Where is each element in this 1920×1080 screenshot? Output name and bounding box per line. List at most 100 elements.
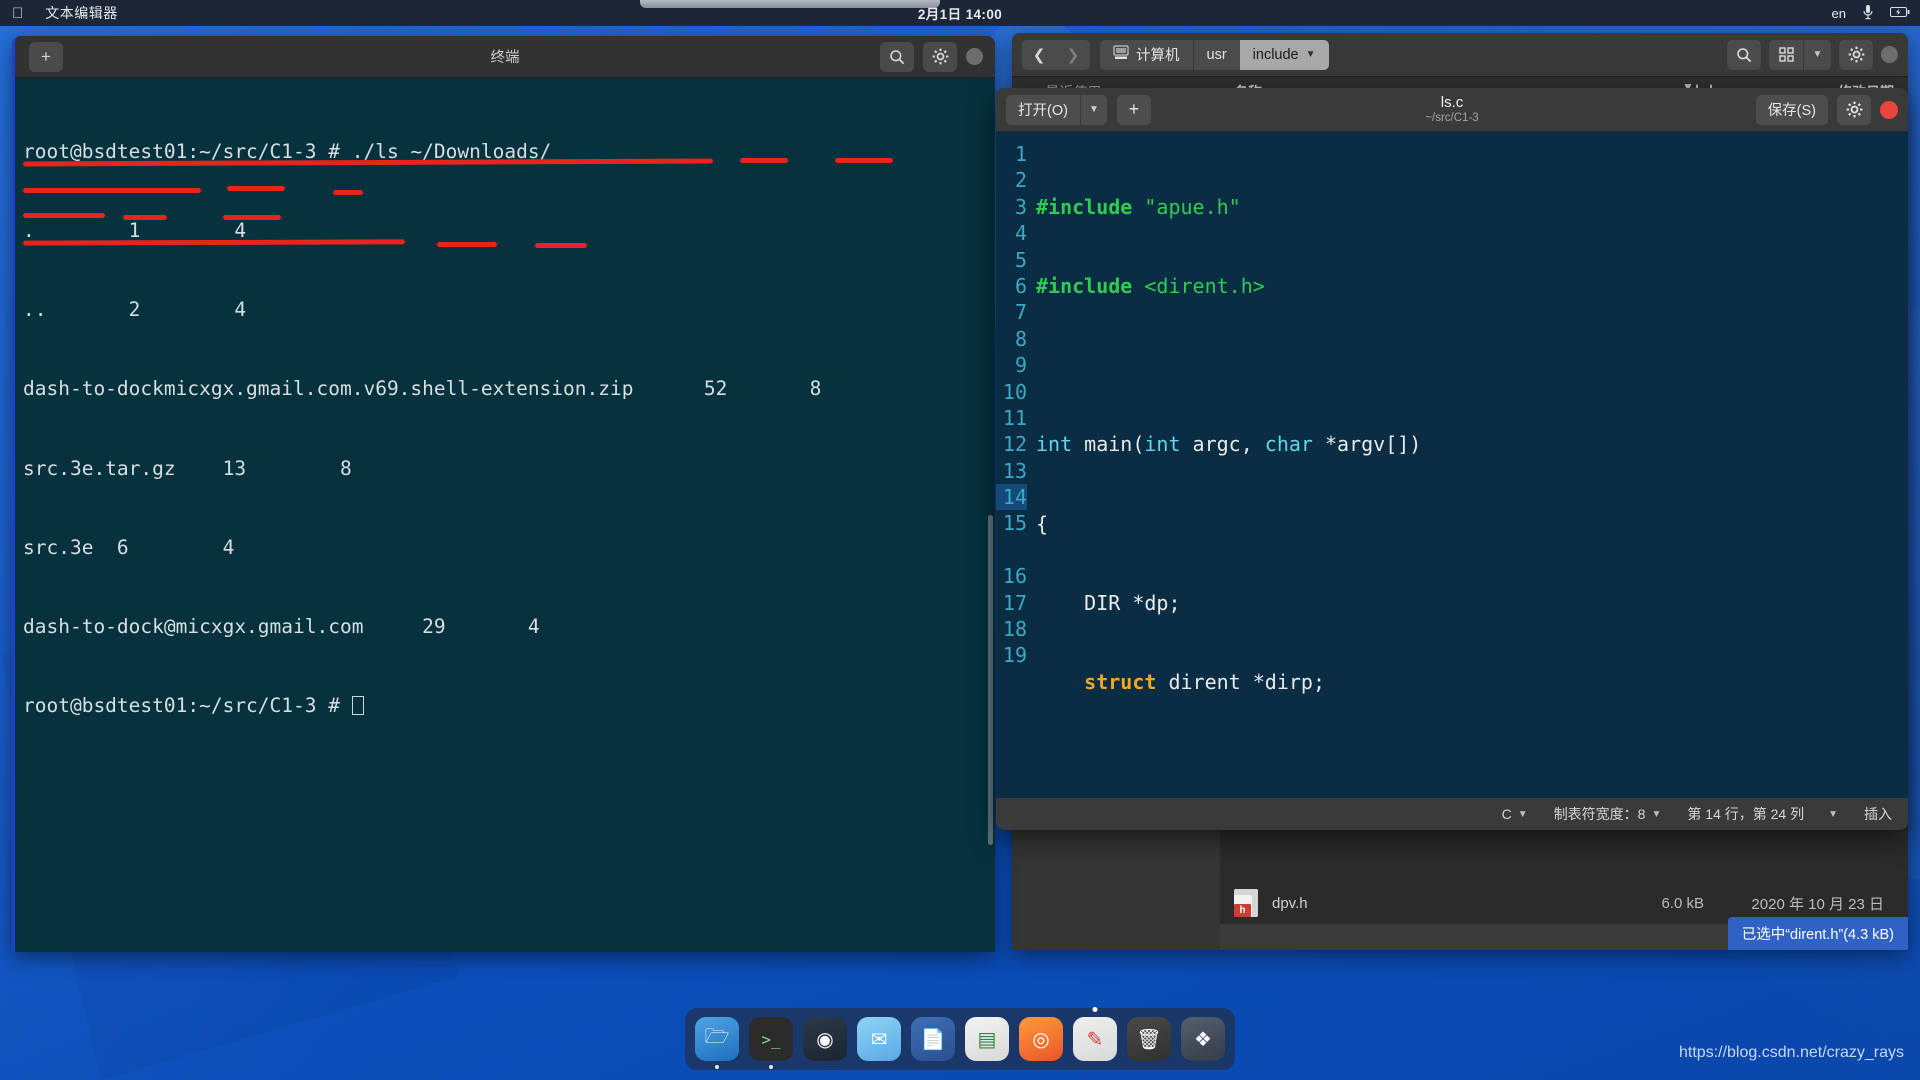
line-number: 11 xyxy=(1002,405,1027,430)
forward-button[interactable]: ❯ xyxy=(1056,39,1090,70)
annotation-underline-10 xyxy=(22,239,406,246)
running-indicator xyxy=(715,1065,719,1069)
annotation-underline-9 xyxy=(223,215,281,220)
breadcrumb-usr-label: usr xyxy=(1206,46,1227,63)
line-number: 1 xyxy=(1014,142,1027,166)
line-number: 2 xyxy=(1014,168,1027,193)
dock-item-utility[interactable]: ❖ xyxy=(1181,1017,1225,1061)
window-menu-circle-icon[interactable] xyxy=(1881,46,1898,63)
file-manager-toolbar: ▼ xyxy=(1727,39,1898,70)
view-options-chevron-down-icon[interactable]: ▼ xyxy=(1803,39,1831,70)
breadcrumb-include[interactable]: include ▼ xyxy=(1239,39,1329,70)
firefox-icon: ◎ xyxy=(1032,1028,1050,1051)
cursor-position-label: 第 14 行，第 24 列 xyxy=(1687,806,1805,822)
line-number: 12 xyxy=(1002,432,1027,457)
terminal-line: .. 2 4 xyxy=(23,298,247,322)
spreadsheet-icon: ▤ xyxy=(977,1028,997,1051)
insert-mode[interactable]: 插入 xyxy=(1864,804,1892,824)
trash-icon: 🗑 xyxy=(1136,1028,1162,1051)
terminal-scrollbar[interactable] xyxy=(988,515,993,845)
breadcrumb-usr[interactable]: usr xyxy=(1192,39,1240,70)
cursor-position[interactable]: 第 14 行，第 24 列 ▼ xyxy=(1687,804,1838,824)
line-number: 13 xyxy=(1002,458,1027,483)
gear-icon[interactable] xyxy=(923,41,957,72)
code-line-7: struct dirent *dirp; xyxy=(1084,670,1325,695)
terminal-output[interactable]: root@bsdtest01:~/src/C1-3 # ./ls ~/Downl… xyxy=(15,78,995,952)
dock-item-browser[interactable]: ◉ xyxy=(803,1017,847,1061)
annotation-underline-3 xyxy=(835,158,893,163)
open-dropdown-chevron-down-icon[interactable]: ▼ xyxy=(1079,94,1107,125)
tab-width-label: 制表符宽度：8 xyxy=(1553,806,1646,822)
terminal-icon: >_ xyxy=(761,1029,781,1049)
dock-item-terminal[interactable]: >_ xyxy=(749,1017,793,1069)
apple-logo-icon[interactable]:  xyxy=(12,6,23,21)
dock-item-text-editor[interactable]: ✎ xyxy=(1073,1007,1117,1061)
search-icon[interactable] xyxy=(1727,39,1761,70)
annotation-underline-7 xyxy=(23,213,105,218)
window-menu-circle-icon[interactable] xyxy=(966,48,983,65)
new-tab-button[interactable]: + xyxy=(29,41,63,72)
watermark: https://blog.csdn.net/crazy_rays xyxy=(1679,1044,1904,1061)
language-selector[interactable]: C ▼ xyxy=(1502,806,1528,822)
code-editor-area[interactable]: 1 2 3 4 5 6 7 8 9 10 11 12 13 14 15 16 1… xyxy=(996,132,1908,798)
dock-item-mail[interactable]: ✉ xyxy=(857,1017,901,1061)
tab-width-selector[interactable]: 制表符宽度：8 ▼ xyxy=(1554,804,1662,824)
editor-header: 打开(O) ▼ + ls.c ~/src/C1-3 保存(S) xyxy=(996,88,1908,132)
breadcrumb-computer[interactable]: 计算机 xyxy=(1100,39,1193,70)
microphone-icon[interactable] xyxy=(1862,4,1874,23)
file-manager-titlebar: ❮ ❯ 计算机 usr include ▼ ▼ xyxy=(1012,33,1908,77)
breadcrumb-include-label: include xyxy=(1252,46,1299,63)
battery-icon[interactable] xyxy=(1890,6,1910,21)
mail-icon: ✉ xyxy=(870,1028,888,1051)
code-text[interactable]: #include "apue.h" #include <dirent.h> in… xyxy=(1032,132,1908,798)
chevron-down-icon: ▼ xyxy=(1305,49,1316,60)
open-button[interactable]: 打开(O) xyxy=(1006,94,1080,125)
file-date: 2020 年 10 月 23 日 xyxy=(1751,895,1884,913)
terminal-line: dash-to-dock@micxgx.gmail.com 29 4 xyxy=(23,615,540,639)
back-button[interactable]: ❮ xyxy=(1022,39,1056,70)
terminal-window[interactable]: + 终端 root@bsdtest01:~/src/C1-3 # ./ls ~/… xyxy=(12,36,995,952)
line-number: 8 xyxy=(1014,326,1027,351)
line-number: 19 xyxy=(1002,643,1027,668)
annotation-underline-8 xyxy=(123,215,167,220)
annotation-underline-12 xyxy=(535,243,587,248)
search-icon[interactable] xyxy=(880,41,914,72)
line-number: 7 xyxy=(1014,300,1027,325)
gear-icon[interactable] xyxy=(1839,39,1873,70)
active-app-name[interactable]: 文本编辑器 xyxy=(45,3,118,23)
code-line-1: #include "apue.h" xyxy=(1036,194,1241,219)
chevron-down-icon: ▼ xyxy=(1651,808,1662,820)
dock-item-documents[interactable]: 📄 xyxy=(911,1017,955,1061)
active-indicator xyxy=(1092,1007,1098,1012)
gear-icon[interactable] xyxy=(1837,94,1871,125)
grid-view-icon[interactable] xyxy=(1769,39,1803,70)
dock-item-trash[interactable]: 🗑 xyxy=(1127,1017,1171,1061)
terminal-title: 终端 xyxy=(490,50,520,66)
pencil-icon: ✎ xyxy=(1086,1028,1104,1051)
h-file-icon xyxy=(1234,889,1258,917)
line-number: 4 xyxy=(1014,221,1027,246)
editor-statusbar: C ▼ 制表符宽度：8 ▼ 第 14 行，第 24 列 ▼ 插入 xyxy=(996,798,1908,830)
language-label: C xyxy=(1501,806,1512,822)
terminal-line: src.3e.tar.gz 13 8 xyxy=(23,456,352,480)
dock-item-firefox[interactable]: ◎ xyxy=(1019,1017,1063,1061)
text-editor-window[interactable]: 打开(O) ▼ + ls.c ~/src/C1-3 保存(S) 1 2 3 4 … xyxy=(996,88,1908,830)
save-button[interactable]: 保存(S) xyxy=(1755,94,1828,125)
line-number: 10 xyxy=(1002,379,1027,404)
line-number-gutter: 1 2 3 4 5 6 7 8 9 10 11 12 13 14 15 16 1… xyxy=(996,132,1032,798)
line-number: 6 xyxy=(1014,273,1027,298)
status-badge: 已选中“dirent.h”(4.3 kB) xyxy=(1727,917,1908,950)
line-number: 9 xyxy=(1014,353,1027,378)
dock-item-spreadsheet[interactable]: ▤ xyxy=(965,1017,1009,1061)
topbar-highlight xyxy=(640,0,940,8)
utility-icon: ❖ xyxy=(1194,1028,1212,1051)
new-document-button[interactable]: + xyxy=(1116,94,1151,125)
running-indicator xyxy=(769,1065,773,1069)
clock[interactable]: 2月1日 14:00 xyxy=(918,3,1002,23)
system-tray: en xyxy=(1832,4,1910,23)
line-number: 3 xyxy=(1014,194,1027,219)
dock-item-files[interactable]: 🗁 xyxy=(695,1017,739,1069)
language-indicator[interactable]: en xyxy=(1832,6,1846,21)
close-circle-icon[interactable] xyxy=(1880,100,1898,119)
